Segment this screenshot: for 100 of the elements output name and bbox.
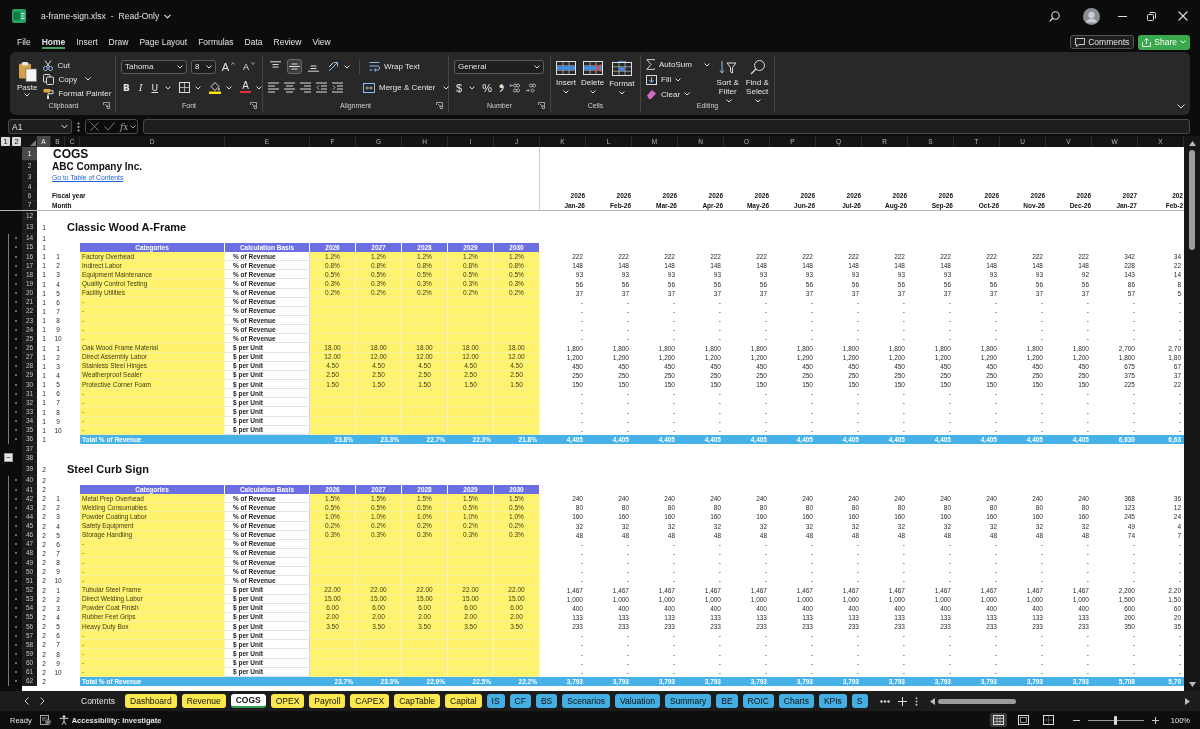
dialog-launcher-icon[interactable]: [103, 102, 110, 109]
chevron-down-icon[interactable]: [1177, 104, 1185, 109]
avatar-icon[interactable]: [1083, 7, 1100, 25]
sheet-tab[interactable]: Dashboard: [125, 694, 177, 708]
restore-icon[interactable]: [1147, 11, 1156, 21]
sheet-tab[interactable]: CapTable: [394, 694, 441, 708]
decrease-indent-icon[interactable]: [316, 82, 327, 93]
borders-icon[interactable]: [179, 82, 191, 93]
merge-center-button[interactable]: Merge & Center: [363, 81, 436, 94]
bold-button[interactable]: B: [121, 81, 132, 94]
font-color-button[interactable]: A: [240, 80, 252, 95]
plus-icon[interactable]: [897, 696, 907, 706]
percent-button[interactable]: %: [480, 81, 494, 94]
scrollbar-thumb[interactable]: [1189, 150, 1195, 250]
close-icon[interactable]: [1178, 11, 1188, 21]
menu-tab[interactable]: File: [17, 35, 31, 49]
autosum-button[interactable]: AutoSum: [646, 59, 710, 71]
menu-tab[interactable]: Insert: [76, 35, 98, 49]
vertical-scrollbar[interactable]: [1184, 136, 1200, 691]
caret-icon[interactable]: [344, 64, 350, 69]
menu-tab[interactable]: View: [312, 35, 331, 49]
menu-tab[interactable]: Draw: [108, 35, 129, 49]
record-macro-icon[interactable]: [39, 715, 51, 725]
diagonal-arrow-icon[interactable]: [328, 61, 340, 72]
underline-button[interactable]: U: [149, 81, 161, 94]
sort-filter-button[interactable]: Sort & Filter: [715, 59, 740, 100]
caret-icon[interactable]: [165, 85, 172, 90]
caret-icon[interactable]: [469, 85, 476, 90]
read-only-menu[interactable]: Read-Only: [118, 11, 172, 21]
delete-cells-button[interactable]: Delete: [581, 59, 605, 100]
sheet-tab[interactable]: Valuation: [615, 694, 660, 708]
increase-decimal-icon[interactable]: [508, 82, 520, 93]
insert-cells-button[interactable]: Insert: [556, 59, 576, 100]
more-icon[interactable]: [879, 699, 890, 703]
more-options-icon[interactable]: [914, 696, 918, 706]
sheet-tab[interactable]: Capital: [445, 694, 482, 708]
scrollbar-thumb[interactable]: [937, 698, 1016, 704]
copy-button[interactable]: Copy: [43, 73, 112, 86]
dialog-launcher-icon[interactable]: [250, 102, 257, 109]
align-middle-button[interactable]: [287, 59, 302, 74]
font-size-dropdown[interactable]: 8: [191, 59, 216, 74]
sheet-tab[interactable]: BS: [535, 694, 558, 708]
sheet-tab[interactable]: KPIs: [818, 694, 847, 708]
sheet-tab[interactable]: Contents: [76, 694, 121, 708]
number-format-dropdown[interactable]: General: [454, 59, 544, 74]
align-right-icon[interactable]: [300, 82, 311, 93]
wrap-text-button[interactable]: Wrap Text: [369, 60, 420, 73]
sheet-tab[interactable]: CF: [509, 694, 531, 708]
formula-input[interactable]: [143, 119, 1190, 134]
menu-tab[interactable]: Home: [41, 35, 66, 49]
sheet-tab[interactable]: BE: [716, 694, 738, 708]
menu-tab[interactable]: Data: [244, 35, 263, 49]
comma-icon[interactable]: [498, 83, 504, 92]
sheet-tab[interactable]: COGS: [230, 694, 266, 708]
sheet-tab[interactable]: CAPEX: [350, 694, 390, 708]
dialog-launcher-icon[interactable]: [538, 102, 545, 109]
format-painter-button[interactable]: Format Painter: [43, 87, 112, 100]
sheet-tab[interactable]: Scenarios: [562, 694, 611, 708]
scroll-right-icon[interactable]: [1185, 697, 1190, 705]
comments-button[interactable]: Comments: [1070, 35, 1135, 49]
paint-bucket-icon[interactable]: [209, 81, 222, 94]
find-select-button[interactable]: Find & Select: [745, 59, 769, 100]
scroll-down-icon[interactable]: [1188, 682, 1196, 687]
italic-button[interactable]: I: [136, 81, 145, 94]
decrease-decimal-icon[interactable]: [524, 82, 536, 93]
check-icon[interactable]: [104, 122, 115, 131]
sheet-tab[interactable]: ROIC: [742, 694, 774, 708]
caret-icon[interactable]: [226, 85, 233, 90]
sheet-tab[interactable]: S: [851, 694, 868, 708]
grow-font-button[interactable]: A: [219, 60, 237, 73]
menu-tab[interactable]: Formulas: [198, 35, 234, 49]
menu-tab[interactable]: Review: [273, 35, 302, 49]
dialog-launcher-icon[interactable]: [436, 102, 443, 109]
menu-tab[interactable]: Page Layout: [139, 35, 188, 49]
chevron-left-icon[interactable]: [24, 697, 29, 705]
clear-button[interactable]: Clear: [646, 88, 710, 100]
sheet-tab[interactable]: OPEX: [270, 694, 305, 708]
search-icon[interactable]: [1049, 10, 1060, 22]
format-cells-button[interactable]: Format: [609, 59, 635, 100]
font-name-dropdown[interactable]: Tahoma: [121, 59, 188, 74]
align-left-icon[interactable]: [268, 82, 279, 93]
sheet-tab[interactable]: Payroll: [309, 694, 346, 708]
cancel-icon[interactable]: [90, 122, 99, 131]
currency-button[interactable]: $: [454, 81, 465, 94]
caret-icon[interactable]: [195, 85, 202, 90]
more-options-icon[interactable]: [77, 121, 80, 132]
horizontal-scrollbar[interactable]: [929, 696, 1190, 706]
sheet-tab[interactable]: Revenue: [181, 694, 226, 708]
scroll-left-icon[interactable]: [929, 697, 935, 705]
chevron-right-icon[interactable]: [40, 697, 45, 705]
sheet-tab[interactable]: Charts: [778, 694, 814, 708]
caret-icon[interactable]: [256, 85, 263, 90]
scroll-up-icon[interactable]: [1188, 141, 1196, 146]
fill-button[interactable]: Fill: [646, 73, 710, 86]
paste-button[interactable]: Paste: [17, 59, 38, 100]
zoom-slider-thumb[interactable]: [1114, 715, 1118, 725]
align-center-icon[interactable]: [284, 82, 295, 93]
normal-view-button[interactable]: [989, 713, 1007, 727]
cut-button[interactable]: Cut: [43, 59, 112, 72]
plus-icon[interactable]: [1151, 716, 1159, 724]
